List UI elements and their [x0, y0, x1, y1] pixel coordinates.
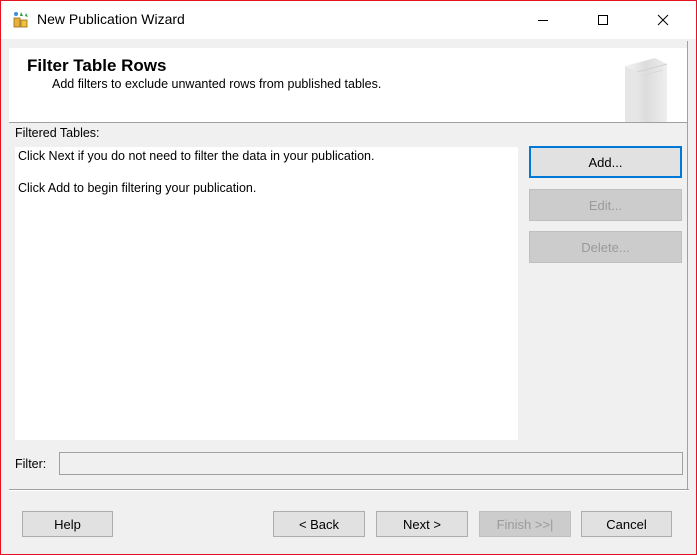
- help-button[interactable]: Help: [22, 511, 113, 537]
- page-subtitle: Add filters to exclude unwanted rows fro…: [52, 77, 382, 91]
- publication-book-icon: [625, 58, 668, 122]
- minimize-icon: [538, 20, 548, 21]
- list-item: Click Next if you do not need to filter …: [18, 149, 375, 163]
- minimize-button[interactable]: [520, 1, 566, 39]
- wizard-header: Filter Table Rows Add filters to exclude…: [9, 48, 688, 122]
- window-title: New Publication Wizard: [37, 11, 185, 27]
- filtered-tables-list[interactable]: Click Next if you do not need to filter …: [15, 147, 518, 440]
- panel-edge: [687, 41, 688, 491]
- add-button[interactable]: Add...: [529, 146, 682, 178]
- list-item: Click Add to begin filtering your public…: [18, 181, 257, 195]
- wizard-window: New Publication Wizard Filter Table Rows…: [0, 0, 697, 555]
- cancel-button[interactable]: Cancel: [581, 511, 672, 537]
- delete-button[interactable]: Delete...: [529, 231, 682, 263]
- maximize-button[interactable]: [580, 1, 626, 39]
- back-button[interactable]: < Back: [273, 511, 365, 537]
- wizard-app-icon: [13, 12, 28, 28]
- page-title: Filter Table Rows: [27, 56, 167, 75]
- header-divider: [9, 122, 688, 123]
- close-button[interactable]: [640, 1, 686, 39]
- finish-button[interactable]: Finish >>|: [479, 511, 571, 537]
- title-bar[interactable]: New Publication Wizard: [1, 1, 696, 39]
- filter-field[interactable]: [59, 452, 683, 475]
- edit-button[interactable]: Edit...: [529, 189, 682, 221]
- close-icon: [657, 14, 669, 26]
- filtered-tables-label: Filtered Tables:: [15, 126, 100, 140]
- maximize-icon: [598, 15, 608, 25]
- next-button[interactable]: Next >: [376, 511, 468, 537]
- footer-divider-highlight: [9, 490, 689, 491]
- filter-label: Filter:: [15, 457, 47, 471]
